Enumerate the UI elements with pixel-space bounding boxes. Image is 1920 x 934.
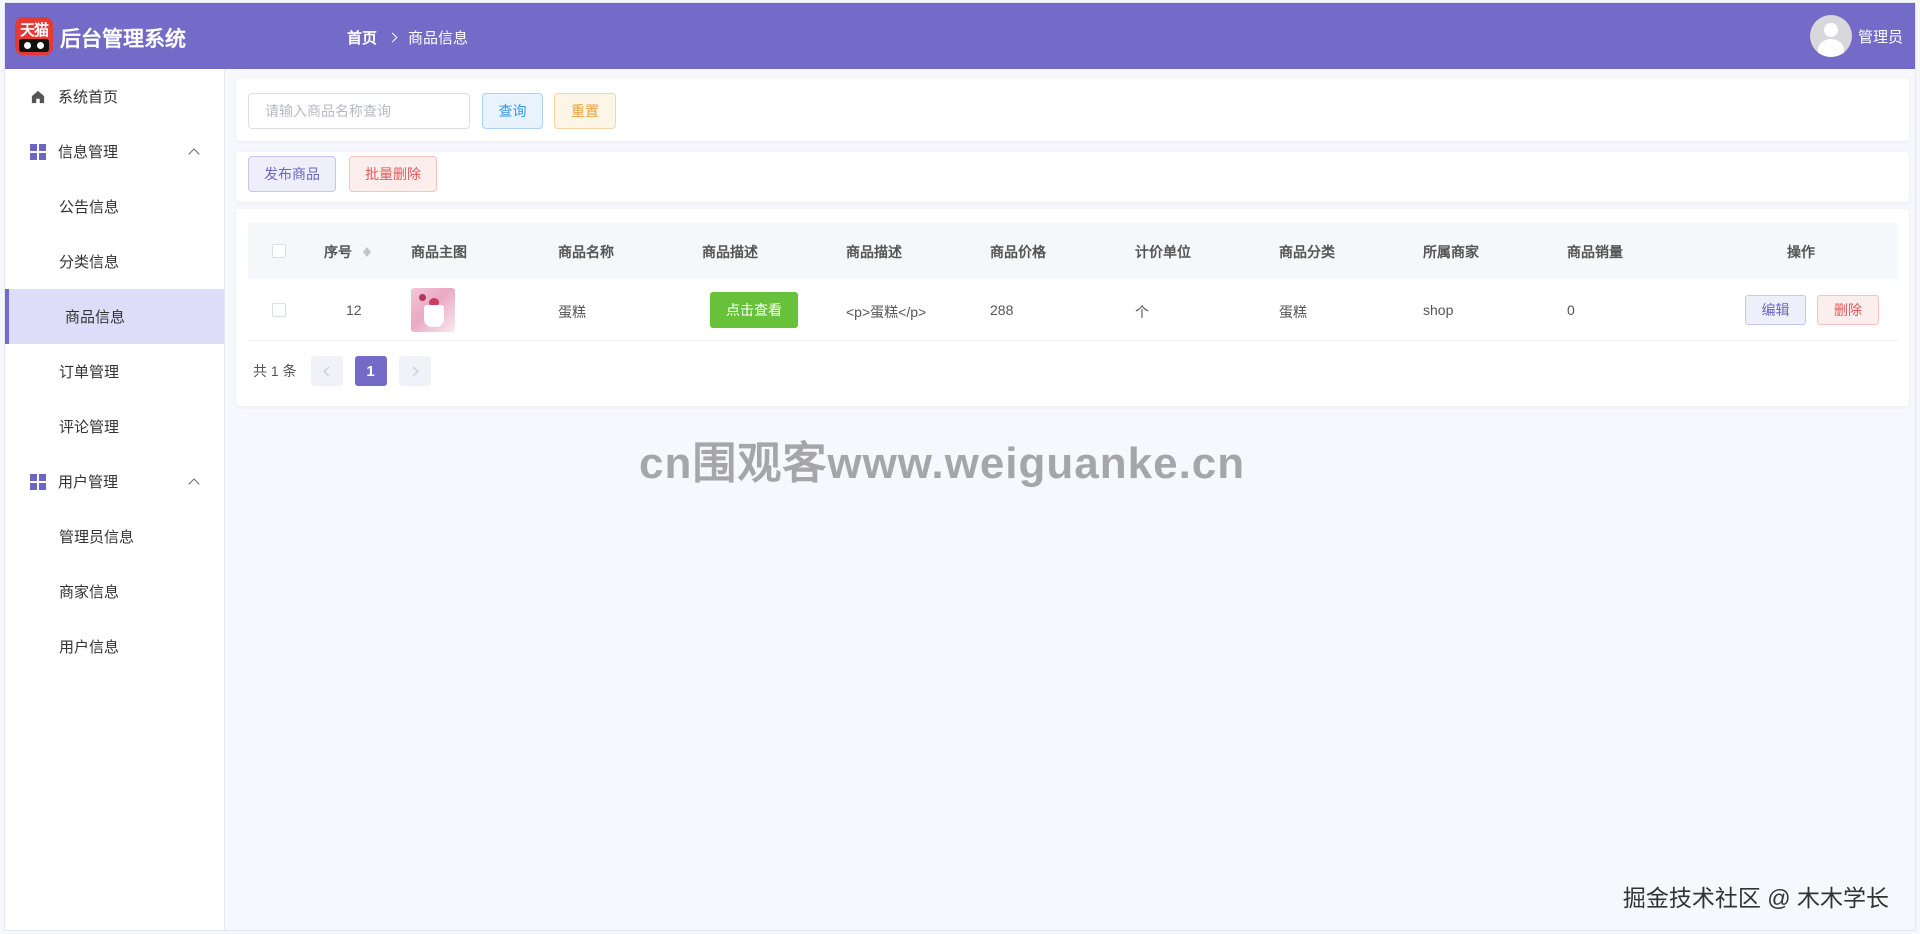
tmall-logo: 天猫 [15, 17, 53, 55]
row-checkbox[interactable] [272, 303, 286, 317]
breadcrumb: 首页 商品信息 [347, 27, 468, 48]
pagination: 共 1 条 1 [253, 356, 443, 386]
reset-button[interactable]: 重置 [554, 93, 616, 129]
chevron-up-icon [188, 478, 200, 490]
sidebar-group-users[interactable]: 用户管理 [5, 454, 224, 509]
breadcrumb-home[interactable]: 首页 [347, 27, 377, 48]
logo-cat-face-icon [19, 39, 49, 52]
avatar[interactable] [1809, 15, 1852, 57]
query-button[interactable]: 查询 [482, 93, 543, 129]
cell-name: 蛋糕 [558, 304, 586, 320]
pagination-total: 共 1 条 [253, 363, 297, 379]
col-merchant: 所属商家 [1423, 244, 1479, 260]
col-name: 商品名称 [558, 244, 614, 260]
delete-button[interactable]: 删除 [1817, 295, 1879, 325]
col-image: 商品主图 [411, 244, 467, 260]
select-all-checkbox[interactable] [272, 244, 286, 258]
sidebar-group-info[interactable]: 信息管理 [5, 124, 224, 179]
col-category: 商品分类 [1279, 244, 1335, 260]
chevron-right-icon [408, 366, 419, 376]
view-description-button[interactable]: 点击查看 [710, 292, 798, 328]
col-unit: 计价单位 [1135, 244, 1191, 260]
table-row: 12 蛋糕 点击查看 <p>蛋糕</p> 288 个 蛋糕 shop 0 编辑 … [248, 279, 1898, 341]
cell-sales: 0 [1567, 302, 1575, 318]
col-desc: 商品描述 [702, 244, 758, 260]
chevron-left-icon [323, 366, 334, 376]
chevron-up-icon [188, 148, 200, 160]
search-card: 查询 重置 [236, 78, 1909, 141]
sidebar-item-orders[interactable]: 订单管理 [5, 344, 224, 399]
col-sales: 商品销量 [1567, 244, 1623, 260]
cell-desc-raw: <p>蛋糕</p> [846, 304, 927, 320]
col-actions: 操作 [1787, 244, 1815, 260]
sidebar-item-goods[interactable]: 商品信息 [5, 289, 224, 344]
cell-category: 蛋糕 [1279, 304, 1307, 320]
cell-id: 12 [346, 302, 362, 318]
col-price: 商品价格 [990, 244, 1046, 260]
app-title: 后台管理系统 [60, 28, 186, 51]
sidebar-item-home[interactable]: 系统首页 [5, 69, 224, 124]
user-menu[interactable]: 管理员 [1809, 15, 1903, 57]
col-desc-raw: 商品描述 [846, 244, 902, 260]
cell-merchant: shop [1423, 302, 1454, 318]
credit-watermark: 掘金技术社区 @ 木木学长 [1622, 885, 1889, 911]
sidebar-item-category[interactable]: 分类信息 [5, 234, 224, 289]
sidebar-item-merchants[interactable]: 商家信息 [5, 564, 224, 619]
batch-delete-button[interactable]: 批量删除 [349, 156, 437, 192]
breadcrumb-current: 商品信息 [408, 30, 469, 47]
toolbar-card: 发布商品 批量删除 [236, 152, 1909, 202]
search-input[interactable] [248, 93, 470, 129]
home-icon [31, 90, 45, 104]
grid-icon [30, 144, 46, 160]
goods-table-card: 序号 商品主图 商品名称 商品描述 商品描述 商品价格 计价单位 商品分类 所属… [236, 209, 1909, 406]
page-number[interactable]: 1 [354, 356, 387, 386]
sidebar-item-comments[interactable]: 评论管理 [5, 399, 224, 454]
app-frame: 天猫 后台管理系统 首页 商品信息 管理员 系统首页 信息管理 公告信息 分类信… [4, 2, 1916, 931]
cell-price: 288 [990, 302, 1014, 318]
next-page-button[interactable] [398, 356, 431, 386]
prev-page-button[interactable] [310, 356, 343, 386]
grid-icon [30, 474, 46, 490]
cell-unit: 个 [1135, 304, 1149, 320]
add-goods-button[interactable]: 发布商品 [248, 156, 336, 192]
sidebar: 系统首页 信息管理 公告信息 分类信息 商品信息 订单管理 评论管理 用户管理 … [5, 69, 225, 930]
table-header: 序号 商品主图 商品名称 商品描述 商品描述 商品价格 计价单位 商品分类 所属… [248, 223, 1898, 279]
watermark: cn围观客www.weiguanke.cn [639, 439, 1246, 488]
username[interactable]: 管理员 [1858, 26, 1903, 47]
sidebar-item-admins[interactable]: 管理员信息 [5, 509, 224, 564]
goods-image[interactable] [411, 288, 455, 332]
chevron-right-icon [387, 32, 398, 43]
col-id[interactable]: 序号 [324, 242, 352, 262]
edit-button[interactable]: 编辑 [1745, 295, 1806, 325]
sort-icon[interactable] [362, 243, 372, 259]
top-header: 天猫 后台管理系统 首页 商品信息 管理员 [5, 3, 1915, 69]
sidebar-item-notice[interactable]: 公告信息 [5, 179, 224, 234]
sidebar-item-users[interactable]: 用户信息 [5, 619, 224, 674]
